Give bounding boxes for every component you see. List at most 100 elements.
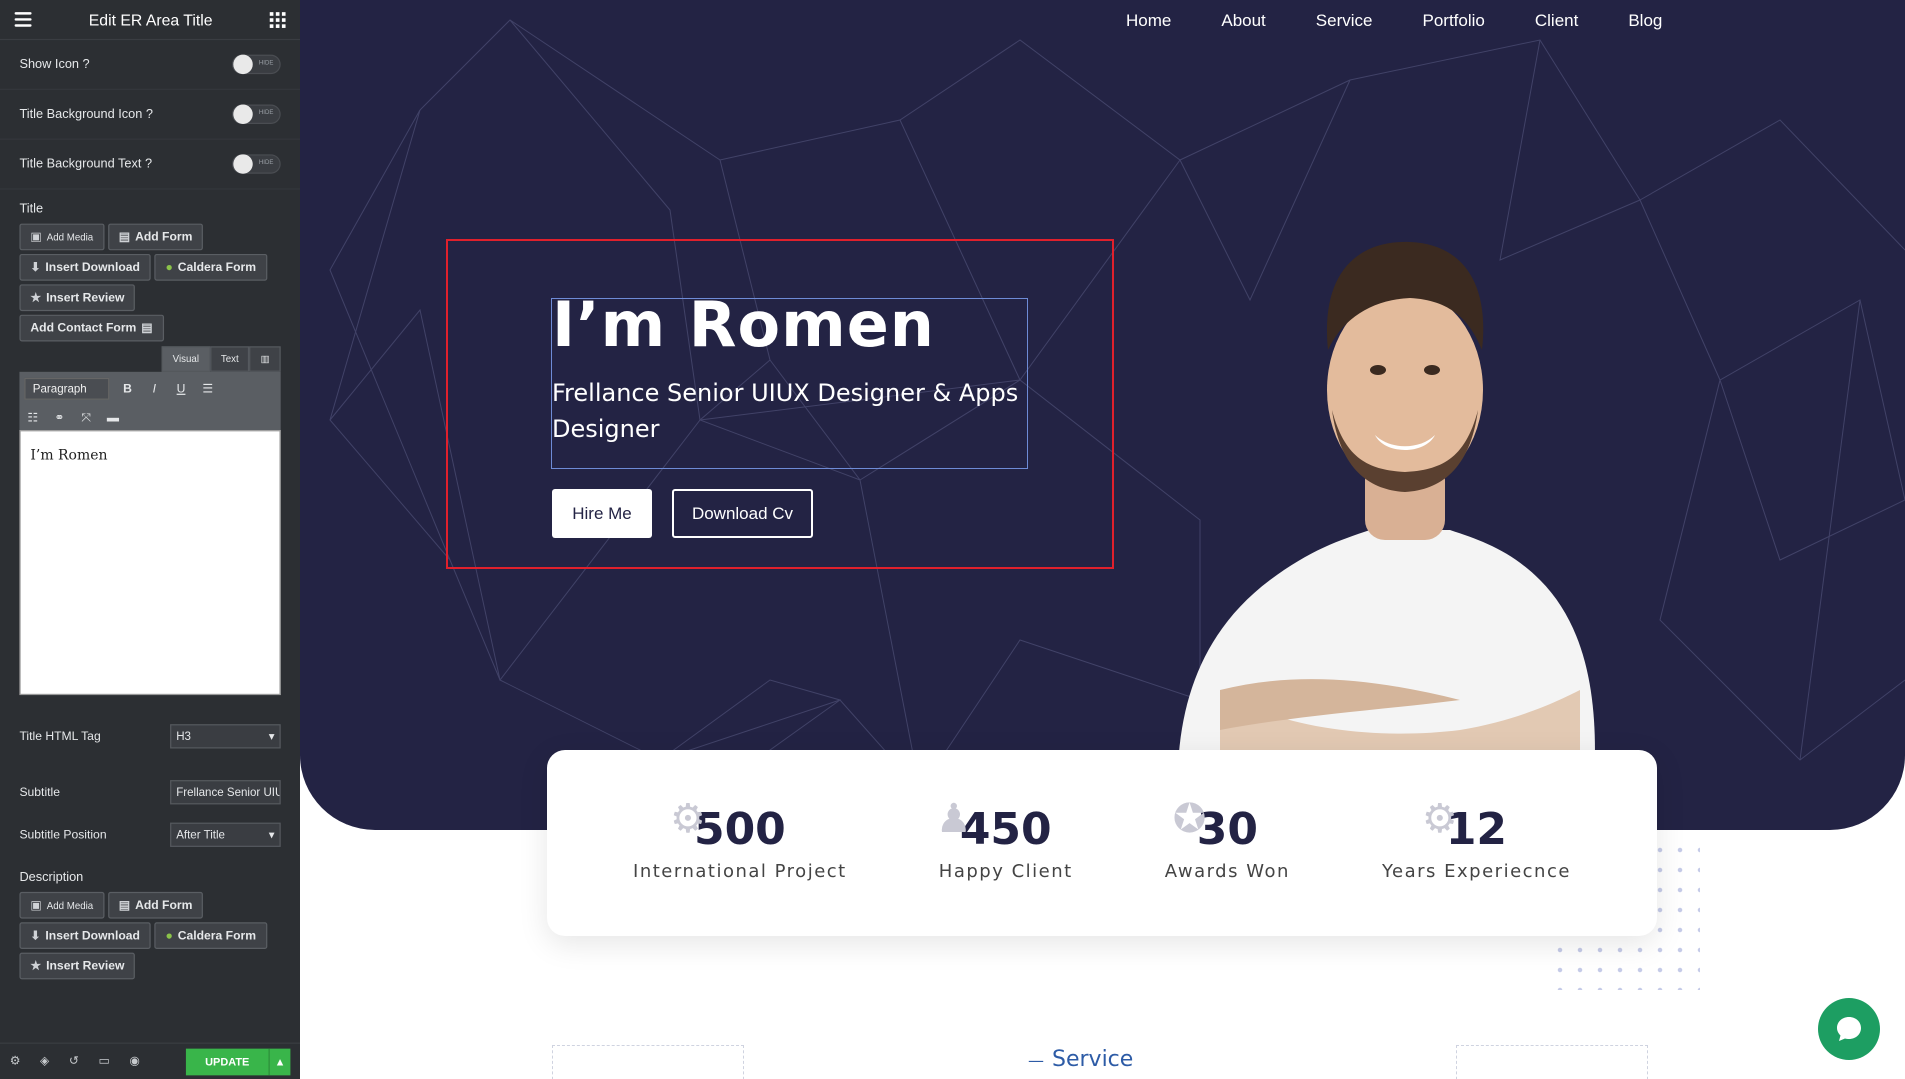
italic-icon[interactable]: I xyxy=(146,382,163,395)
trash-icon[interactable]: ▥ xyxy=(249,346,281,372)
toggle-row-title-bg-icon: Title Background Icon ? HIDE xyxy=(0,90,301,140)
hero-headline[interactable]: I’m Romen xyxy=(552,288,935,361)
nav-client[interactable]: Client xyxy=(1535,11,1578,31)
editor-title: Edit ER Area Title xyxy=(88,10,213,29)
html-tag-row: Title HTML Tag H3 ▾ xyxy=(0,712,300,761)
media-icon: ▣ xyxy=(30,230,42,244)
form-icon: ▤ xyxy=(118,898,131,912)
add-media-button[interactable]: ▣ Add Media xyxy=(19,223,105,251)
tab-visual[interactable]: Visual xyxy=(161,346,210,372)
people-icon: ♟ xyxy=(935,796,972,842)
underline-icon[interactable]: U xyxy=(173,382,190,395)
toggle-label: Show Icon ? xyxy=(19,57,90,72)
star-icon: ★ xyxy=(30,959,42,973)
main-nav: Home About Service Portfolio Client Blog xyxy=(1126,11,1662,31)
download-icon: ⬇ xyxy=(30,928,41,943)
stat-label: Happy Client xyxy=(938,861,1073,882)
caldera-icon: ● xyxy=(165,260,173,275)
settings-icon[interactable]: ⚙ xyxy=(10,1055,21,1068)
dash-icon: — xyxy=(1028,1050,1044,1070)
award-icon: ✪ xyxy=(1172,796,1207,842)
update-options-caret-icon[interactable]: ▲ xyxy=(268,1048,291,1075)
editor-footer: ⚙ ◈ ↺ ▭ ◉ UPDATE ▲ xyxy=(0,1042,301,1079)
subtitle-position-label: Subtitle Position xyxy=(19,828,107,842)
subtitle-position-select[interactable]: After Title ▾ xyxy=(170,822,281,847)
stat-label: Awards Won xyxy=(1164,861,1290,882)
star-icon: ★ xyxy=(30,291,42,305)
download-cv-button[interactable]: Download Cv xyxy=(672,489,813,538)
download-icon: ⬇ xyxy=(30,260,41,275)
service-card xyxy=(552,1045,744,1079)
stat-item: ✪ 30 Awards Won xyxy=(1164,796,1290,882)
title-section-label: Title xyxy=(19,201,44,217)
insert-review-button[interactable]: ★ Insert Review xyxy=(19,952,136,980)
show-icon-toggle[interactable]: HIDE xyxy=(232,54,281,75)
insert-download-button[interactable]: ⬇ Insert Download xyxy=(19,253,151,281)
title-editor-textarea[interactable]: I’m Romen xyxy=(19,430,281,696)
media-buttons: ▣ Add Media ▤ Add Form ⬇ Insert Download ● C… xyxy=(0,223,300,342)
gear-bulb-icon: ⚙ xyxy=(669,796,706,842)
hire-me-button[interactable]: Hire Me xyxy=(552,489,652,538)
nav-about[interactable]: About xyxy=(1221,11,1265,31)
chat-widget-button[interactable] xyxy=(1818,998,1880,1060)
stat-item: ♟ 450 Happy Client xyxy=(935,796,1073,882)
hero-section: Home About Service Portfolio Client Blog… xyxy=(300,0,1905,830)
chevron-down-icon: ▾ xyxy=(268,729,275,744)
title-bg-icon-toggle[interactable]: HIDE xyxy=(232,104,281,124)
nav-blog[interactable]: Blog xyxy=(1628,11,1662,31)
html-tag-label: Title HTML Tag xyxy=(19,729,101,744)
site-preview: Home About Service Portfolio Client Blog… xyxy=(300,0,1905,1079)
nav-service[interactable]: Service xyxy=(1316,11,1373,31)
description-media-buttons: ▣ Add Media ▤ Add Form ⬇ Insert Download ● C… xyxy=(0,891,300,980)
bullet-list-icon[interactable]: ☰ xyxy=(199,382,216,395)
service-card xyxy=(1456,1045,1648,1079)
hero-portrait-image xyxy=(1177,241,1595,830)
add-contact-form-button[interactable]: Add Contact Form ▤ xyxy=(19,314,164,342)
insert-download-button[interactable]: ⬇ Insert Download xyxy=(19,922,151,949)
wysiwyg-toolbar: Paragraph B I U ☰ ☷ ⚭ ⤧ ▬ xyxy=(19,371,281,431)
caldera-form-button[interactable]: ● Caldera Form xyxy=(154,253,267,281)
toggle-label: Title Background Text ? xyxy=(19,156,153,172)
hamburger-menu-icon[interactable] xyxy=(14,12,32,27)
subtitle-label: Subtitle xyxy=(19,785,60,799)
title-bg-text-toggle[interactable]: HIDE xyxy=(232,154,281,174)
form-icon: ▤ xyxy=(118,230,131,244)
update-button[interactable]: UPDATE xyxy=(185,1048,269,1075)
preview-eye-icon[interactable]: ◉ xyxy=(129,1055,140,1068)
form-icon: ▤ xyxy=(141,321,153,335)
paragraph-select[interactable]: Paragraph xyxy=(24,377,110,400)
fullscreen-icon[interactable]: ⤧ xyxy=(78,411,95,424)
editor-header: Edit ER Area Title xyxy=(0,0,301,41)
toggle-row-title-bg-text: Title Background Text ? HIDE xyxy=(0,140,301,190)
editor-panel: Edit ER Area Title Show Icon ? HIDE Titl… xyxy=(0,0,301,1079)
toolbar-toggle-icon[interactable]: ▬ xyxy=(104,411,121,424)
stat-label: Years Experiecnce xyxy=(1381,861,1571,882)
toggle-label: Title Background Icon ? xyxy=(19,106,154,122)
toggle-row-show-icon: Show Icon ? HIDE xyxy=(0,40,301,90)
add-form-button[interactable]: ▤ Add Form xyxy=(107,891,204,919)
caldera-icon: ● xyxy=(165,928,173,943)
html-tag-select[interactable]: H3 ▾ xyxy=(170,724,281,749)
numbered-list-icon[interactable]: ☷ xyxy=(24,411,41,424)
editor-mode-tabs: Visual Text ▥ xyxy=(19,346,281,372)
nav-portfolio[interactable]: Portfolio xyxy=(1422,11,1484,31)
link-icon[interactable]: ⚭ xyxy=(51,411,68,424)
add-form-button[interactable]: ▤ Add Form xyxy=(107,223,204,251)
insert-review-button[interactable]: ★ Insert Review xyxy=(19,284,136,312)
stat-label: International Project xyxy=(633,861,847,882)
hero-subheadline: Frellance Senior UIUX Designer & Apps De… xyxy=(552,379,1019,443)
responsive-icon[interactable]: ▭ xyxy=(98,1055,109,1068)
tab-text[interactable]: Text xyxy=(209,346,250,372)
caldera-form-button[interactable]: ● Caldera Form xyxy=(154,922,267,949)
add-media-button[interactable]: ▣ Add Media xyxy=(19,891,105,919)
subtitle-position-row: Subtitle Position After Title ▾ xyxy=(0,817,300,853)
gear-bulb-icon: ⚙ xyxy=(1421,796,1458,842)
bold-icon[interactable]: B xyxy=(119,382,136,395)
layers-icon[interactable]: ◈ xyxy=(40,1055,49,1068)
widgets-grid-icon[interactable] xyxy=(269,11,286,28)
subtitle-input[interactable]: Frellance Senior UIUX xyxy=(170,780,281,805)
service-section-heading: — Service xyxy=(1028,1047,1134,1072)
history-icon[interactable]: ↺ xyxy=(69,1055,79,1068)
stats-card: ⚙ 500 International Project ♟ 450 Happy Cl… xyxy=(547,750,1657,936)
nav-home[interactable]: Home xyxy=(1126,11,1171,31)
